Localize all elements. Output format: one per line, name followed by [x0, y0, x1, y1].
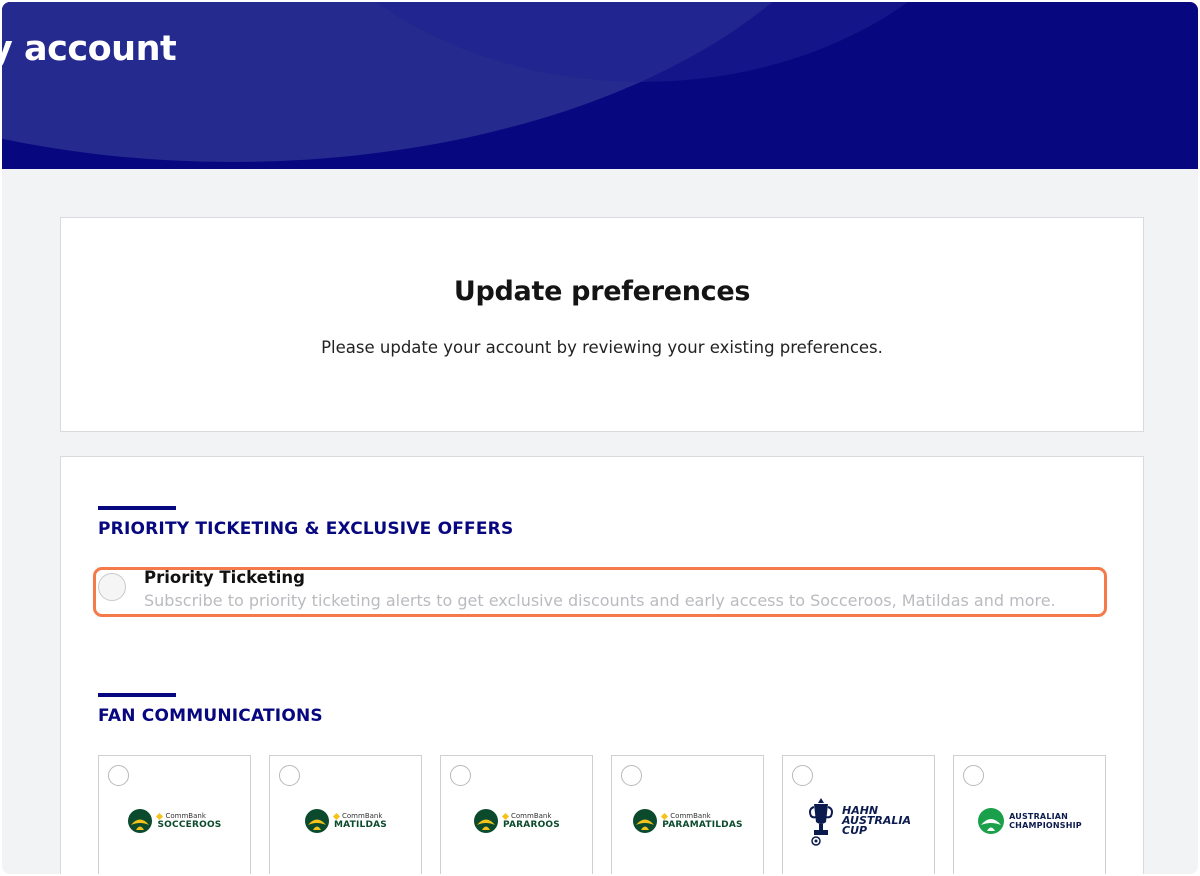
football-australia-icon: [633, 809, 658, 833]
football-australia-icon: [305, 809, 330, 833]
tile-radio[interactable]: [279, 765, 300, 786]
tile-pararoos[interactable]: CommBank PARAROOS: [440, 755, 593, 874]
tile-radio[interactable]: [450, 765, 471, 786]
browser-viewport: y account Update preferences Please upda…: [2, 2, 1198, 874]
team-name: SOCCEROOS: [157, 820, 222, 830]
matildas-logo: CommBank MATILDAS: [270, 796, 421, 846]
section-title-priority: PRIORITY TICKETING & EXCLUSIVE OFFERS: [98, 519, 514, 539]
football-australia-icon: [128, 809, 153, 833]
logo-line: CHAMPIONSHIP: [1009, 821, 1082, 830]
championship-icon: [978, 808, 1005, 834]
football-australia-icon: [474, 809, 499, 833]
australian-championship-logo: AUSTRALIAN CHAMPIONSHIP: [954, 796, 1105, 846]
tile-australian-championship[interactable]: AUSTRALIAN CHAMPIONSHIP: [953, 755, 1106, 874]
intro-title: Update preferences: [453, 276, 751, 307]
paramatildas-logo: CommBank PARAMATILDAS: [612, 796, 763, 846]
tile-radio[interactable]: [792, 765, 813, 786]
tile-radio[interactable]: [108, 765, 129, 786]
section-accent-bar: [98, 693, 176, 697]
pararoos-logo: CommBank PARAROOS: [441, 796, 592, 846]
intro-description: Please update your account by reviewing …: [321, 338, 883, 357]
sponsor-label: CommBank: [342, 812, 383, 820]
logo-line: AUSTRALIAN: [1009, 812, 1069, 821]
australia-cup-logo: HAHN AUSTRALIA CUP: [783, 796, 934, 846]
page-header-banner: y account: [2, 2, 1198, 169]
tile-socceroos[interactable]: CommBank SOCCEROOS: [98, 755, 251, 874]
section-title-fan-communications: FAN COMMUNICATIONS: [98, 706, 323, 726]
preferences-card: PRIORITY TICKETING & EXCLUSIVE OFFERS Pr…: [60, 456, 1144, 874]
intro-card: Update preferences Please update your ac…: [60, 217, 1144, 432]
page-title: y account: [2, 29, 177, 69]
logo-line: CUP: [842, 824, 868, 837]
tile-matildas[interactable]: CommBank MATILDAS: [269, 755, 422, 874]
section-accent-bar: [98, 506, 176, 510]
team-name: PARAROOS: [503, 820, 560, 830]
priority-ticketing-description: Subscribe to priority ticketing alerts t…: [144, 591, 1056, 610]
tile-radio[interactable]: [621, 765, 642, 786]
team-name: PARAMATILDAS: [662, 820, 743, 830]
sponsor-label: CommBank: [511, 812, 552, 820]
socceroos-logo: CommBank SOCCEROOS: [99, 796, 250, 846]
trophy-icon: [809, 798, 833, 846]
team-name: MATILDAS: [334, 820, 387, 830]
priority-ticketing-radio[interactable]: [98, 573, 126, 601]
priority-ticketing-label: Priority Ticketing: [144, 568, 305, 587]
priority-ticketing-option[interactable]: Priority Ticketing Subscribe to priority…: [98, 568, 1098, 614]
tile-radio[interactable]: [963, 765, 984, 786]
tile-hahn-australia-cup[interactable]: HAHN AUSTRALIA CUP: [782, 755, 935, 874]
sponsor-label: CommBank: [670, 812, 711, 820]
sponsor-label: CommBank: [165, 812, 206, 820]
tile-paramatildas[interactable]: CommBank PARAMATILDAS: [611, 755, 764, 874]
